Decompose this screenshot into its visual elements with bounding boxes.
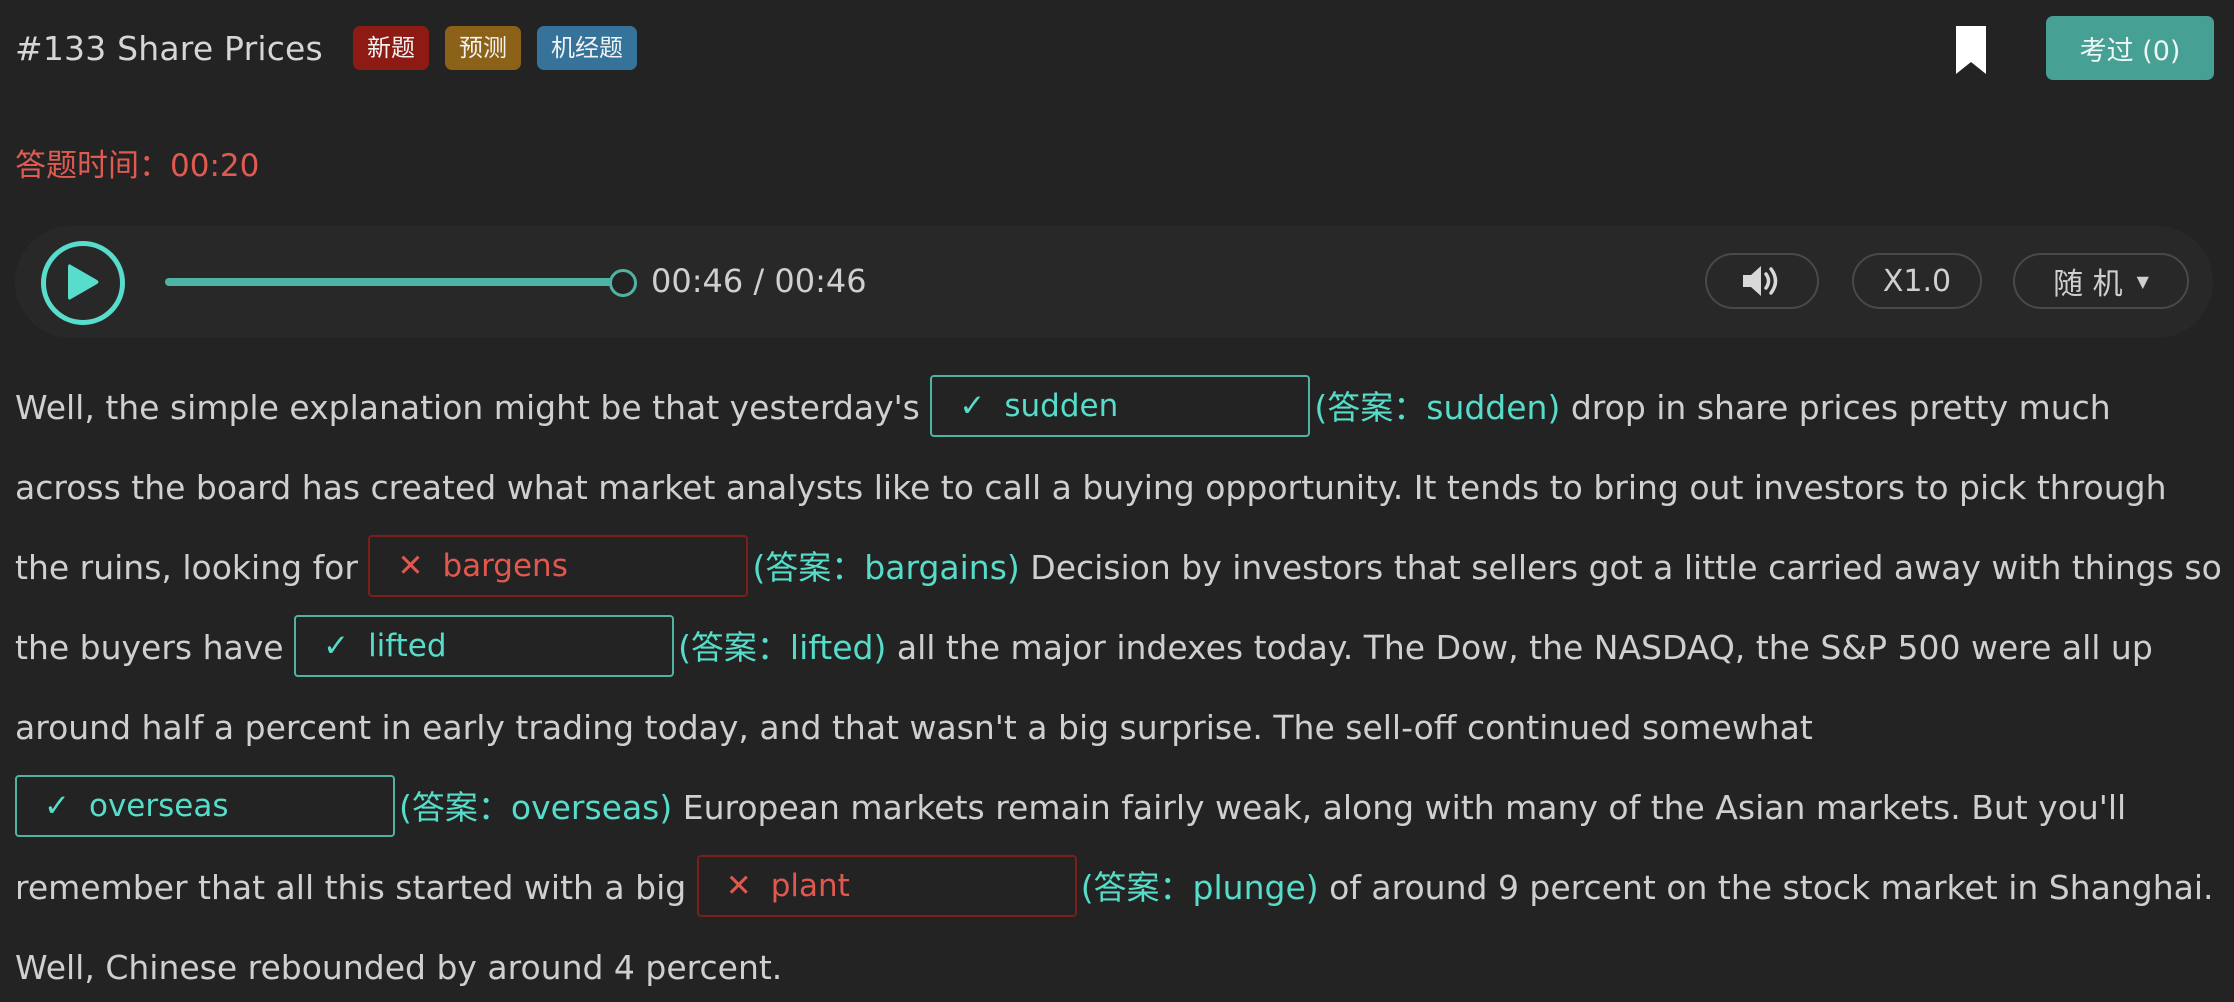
playback-time: 00:46 / 00:46 [651, 262, 867, 300]
answer-blank-correct[interactable]: ✓ lifted [294, 614, 675, 677]
correct-answer: (答案：plunge) [1080, 868, 1319, 907]
progress-knob[interactable] [609, 269, 637, 297]
tag-new: 新题 [352, 26, 429, 70]
answer-blank-correct[interactable]: ✓ overseas [15, 774, 395, 837]
speed-button[interactable]: X1.0 [1852, 253, 1982, 309]
volume-button[interactable] [1705, 253, 1819, 309]
blank-value: sudden [1004, 387, 1119, 424]
check-icon: ✓ [323, 627, 350, 664]
tag-predict: 预测 [444, 26, 521, 70]
blank-value: plant [770, 867, 850, 904]
cross-icon: ✕ [725, 867, 752, 904]
correct-answer: (答案：sudden) [1314, 388, 1561, 427]
cross-icon: ✕ [397, 547, 424, 584]
tag-machine: 机经题 [536, 26, 637, 70]
caret-down-icon: ▼ [2136, 271, 2149, 291]
answer-blank-wrong[interactable]: ✕ plant [696, 854, 1077, 917]
passage: Well, the simple explanation might be th… [15, 368, 2225, 1002]
blank-value: lifted [368, 627, 447, 664]
blank-value: bargens [442, 547, 568, 584]
volume-icon [1743, 266, 1778, 296]
play-icon [68, 264, 99, 300]
correct-answer: (答案：overseas) [399, 788, 673, 827]
answer-timer: 答题时间：00:20 [15, 148, 260, 184]
mode-label: 随 机 [2053, 267, 2123, 302]
question-title: #133 Share Prices [15, 28, 323, 68]
mode-dropdown[interactable]: 随 机 ▼ [2013, 253, 2189, 309]
passage-text: Well, the simple explanation might be th… [15, 388, 931, 427]
page: #133 Share Prices 新题 预测 机经题 考过 (0) 答题时间：… [0, 0, 2234, 1002]
check-icon: ✓ [44, 787, 70, 824]
blank-value: overseas [89, 787, 229, 824]
exam-taken-button[interactable]: 考过 (0) [2046, 16, 2214, 80]
correct-answer: (答案：bargains) [752, 548, 1020, 587]
check-icon: ✓ [959, 387, 986, 424]
header: #133 Share Prices 新题 预测 机经题 考过 (0) [15, 16, 2214, 80]
progress-track[interactable] [165, 278, 625, 286]
answer-blank-correct[interactable]: ✓ sudden [930, 374, 1311, 437]
audio-player: 00:46 / 00:46 X1.0 随 机 ▼ [15, 226, 2213, 338]
play-button[interactable] [41, 241, 125, 325]
correct-answer: (答案：lifted) [678, 628, 887, 667]
answer-blank-wrong[interactable]: ✕ bargens [368, 534, 749, 597]
bookmark-icon[interactable] [1954, 24, 1988, 76]
